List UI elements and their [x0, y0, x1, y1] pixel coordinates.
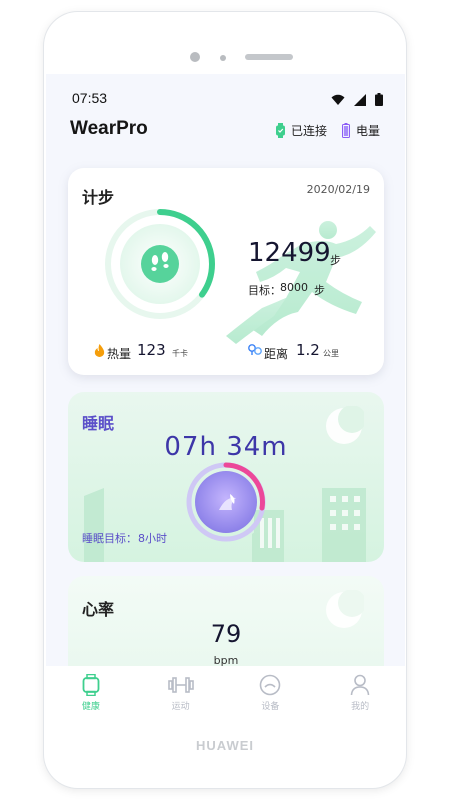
watch-icon — [82, 674, 100, 696]
front-camera — [190, 52, 200, 62]
sleep-duration: 07h 34m — [164, 432, 288, 462]
sleep-ring — [186, 462, 266, 542]
tab-sport[interactable]: 运动 — [136, 666, 226, 719]
app-screen: 07:53 WearPro 已连接 电量 计步 2020/02/19 12499… — [46, 74, 405, 719]
steps-title: 计步 — [82, 188, 115, 207]
device-battery-icon — [342, 123, 350, 138]
steps-unit: 步 — [330, 254, 341, 267]
tab-label: 设备 — [261, 702, 280, 712]
distance-icon — [248, 344, 262, 355]
status-time: 07:53 — [72, 90, 108, 106]
tab-health[interactable]: 健康 — [46, 666, 136, 719]
connection-status[interactable]: 已连接 — [276, 122, 327, 139]
flame-icon — [94, 344, 105, 357]
sleep-card[interactable]: 睡眠 07h 34m 睡眠目标： 8小时 — [68, 392, 384, 562]
status-icons — [331, 93, 383, 106]
steps-card[interactable]: 计步 2020/02/19 12499 步 目标： 8000 步 热量 123 … — [68, 168, 384, 375]
bottom-tab-bar: 健康 运动 设备 我的 — [46, 666, 405, 719]
distance-value: 1.2 — [296, 341, 320, 359]
sleep-title: 睡眠 — [82, 414, 115, 433]
tab-label: 我的 — [351, 702, 370, 712]
calories-unit: 千卡 — [172, 349, 188, 358]
person-icon — [350, 674, 370, 696]
steps-date: 2020/02/19 — [306, 183, 370, 196]
app-title: WearPro — [70, 118, 148, 139]
tab-device[interactable]: 设备 — [226, 666, 316, 719]
battery-icon — [375, 93, 383, 106]
proximity-sensor — [220, 55, 226, 61]
device-icon — [260, 674, 281, 696]
connection-label: 已连接 — [291, 124, 328, 138]
distance-unit: 公里 — [323, 349, 339, 358]
sleep-goal-label: 睡眠目标： — [82, 532, 137, 545]
steps-count: 12499 — [248, 238, 331, 268]
dumbbell-icon — [167, 677, 194, 693]
tab-label: 运动 — [171, 702, 190, 712]
tab-label: 健康 — [81, 702, 100, 712]
calories-label: 热量 — [107, 347, 132, 361]
earpiece-speaker — [245, 54, 293, 60]
distance-label: 距离 — [264, 347, 289, 361]
steps-goal-unit: 步 — [314, 284, 325, 297]
battery-status[interactable]: 电量 — [342, 122, 380, 139]
calories-value: 123 — [137, 341, 166, 359]
app-header: WearPro 已连接 电量 — [46, 116, 405, 146]
battery-label: 电量 — [356, 124, 381, 138]
heart-rate-value: 79 — [210, 620, 242, 648]
wifi-icon — [331, 94, 345, 105]
sleep-goal-value: 8小时 — [138, 532, 167, 545]
device-brand: HUAWEI — [196, 738, 254, 753]
steps-progress-ring — [104, 208, 216, 320]
tab-me[interactable]: 我的 — [315, 666, 405, 719]
signal-icon — [354, 93, 366, 106]
steps-goal-label: 目标： — [248, 284, 281, 297]
status-bar: 07:53 — [46, 74, 405, 114]
steps-goal-value: 8000 — [280, 281, 308, 294]
watch-connected-icon — [276, 123, 285, 138]
heart-rate-title: 心率 — [82, 600, 115, 619]
